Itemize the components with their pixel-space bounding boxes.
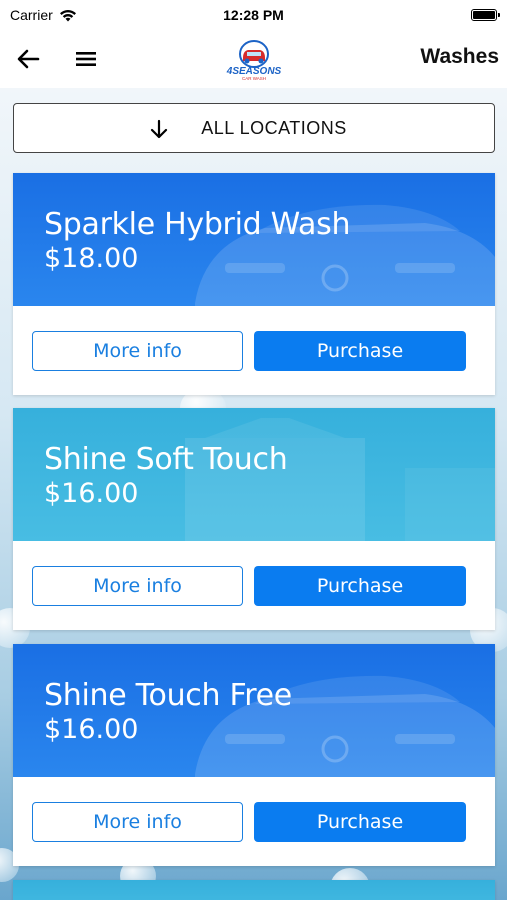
wash-card: Sparkle Hybrid Wash $18.00 More info Pur… [13, 173, 495, 395]
wash-card: Shine Soft Touch $16.00 More info Purcha… [13, 408, 495, 630]
wash-card-hero [13, 880, 495, 900]
more-info-button[interactable]: More info [32, 802, 243, 842]
car-image [195, 675, 495, 777]
back-arrow-icon[interactable] [16, 46, 42, 72]
purchase-button[interactable]: Purchase [254, 331, 466, 371]
wash-price: $16.00 [44, 478, 139, 509]
purchase-button[interactable]: Purchase [254, 566, 466, 606]
wash-card-partial [13, 880, 495, 900]
brand-logo: 4SEASONS CAR WASH [218, 40, 290, 82]
svg-text:CAR WASH: CAR WASH [242, 76, 266, 81]
hamburger-menu-icon[interactable] [74, 46, 98, 72]
wash-name: Sparkle Hybrid Wash [44, 207, 351, 242]
location-filter-button[interactable]: ALL LOCATIONS [13, 103, 495, 153]
wash-card-hero: Shine Touch Free $16.00 [13, 644, 495, 777]
page-title: Washes [420, 45, 499, 68]
purchase-button[interactable]: Purchase [254, 802, 466, 842]
arrow-down-icon [150, 119, 168, 139]
more-info-button[interactable]: More info [32, 566, 243, 606]
more-info-button[interactable]: More info [32, 331, 243, 371]
wash-card-hero: Shine Soft Touch $16.00 [13, 408, 495, 541]
carwash-image [185, 418, 495, 541]
status-left: Carrier [10, 7, 77, 23]
wash-card: Shine Touch Free $16.00 More info Purcha… [13, 644, 495, 866]
wash-price: $18.00 [44, 243, 139, 274]
wash-name: Shine Soft Touch [44, 442, 288, 477]
battery-icon [471, 9, 500, 21]
washes-list[interactable]: ALL LOCATIONS Sparkle Hybrid Wash $18.00… [0, 88, 507, 900]
wash-card-hero: Sparkle Hybrid Wash $18.00 [13, 173, 495, 306]
carrier-label: Carrier [10, 7, 53, 23]
location-filter-label: ALL LOCATIONS [201, 117, 347, 138]
wash-price: $16.00 [44, 714, 139, 745]
status-time: 12:28 PM [223, 7, 284, 23]
wifi-icon [59, 9, 76, 21]
nav-bar: 4SEASONS CAR WASH Washes [0, 30, 507, 88]
status-bar: Carrier 12:28 PM [0, 0, 507, 30]
wash-name: Shine Touch Free [44, 678, 292, 713]
car-image [195, 204, 495, 306]
